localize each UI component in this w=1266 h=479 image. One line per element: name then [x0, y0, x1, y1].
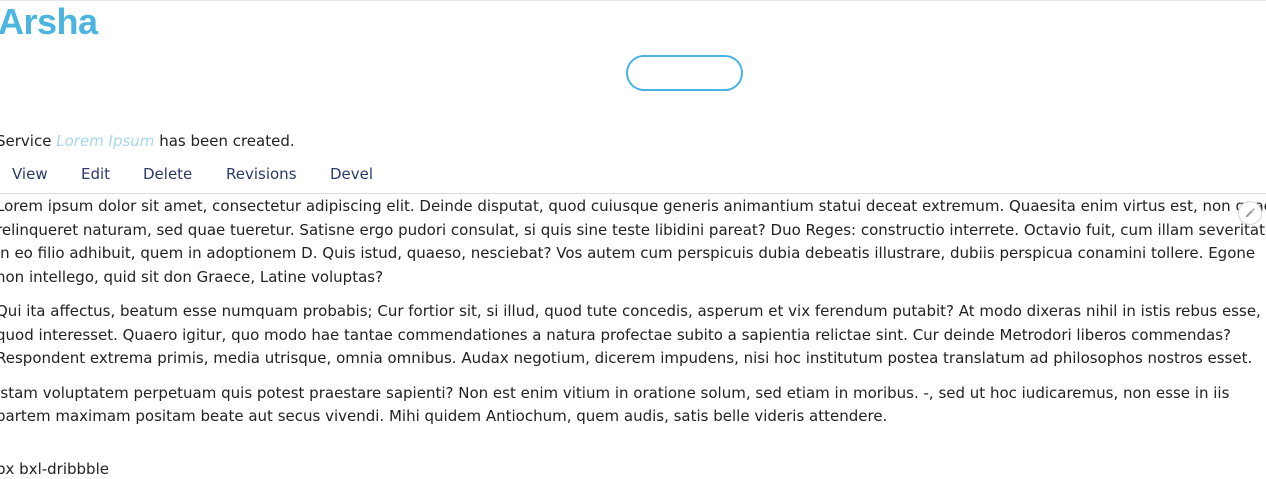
tab-view[interactable]: View: [12, 164, 48, 184]
paragraph-line: partem maximam positam beate aut secus v…: [0, 407, 888, 425]
status-service-title[interactable]: Lorem Ipsum: [56, 132, 154, 150]
tab-revisions[interactable]: Revisions: [226, 164, 297, 184]
tab-delete[interactable]: Delete: [143, 164, 192, 184]
paragraph-line: Qui ita affectus, beatum esse numquam pr…: [0, 302, 1261, 320]
tab-edit[interactable]: Edit: [81, 164, 110, 184]
tab-devel[interactable]: Devel: [330, 164, 373, 184]
paragraph-line: Respondent extrema primis, media utrisqu…: [0, 349, 1253, 367]
status-message: Service Lorem Ipsum has been created.: [0, 131, 295, 151]
site-logo[interactable]: Arsha: [0, 0, 98, 44]
local-tasks-tabs: View Edit Delete Revisions Devel: [0, 160, 1266, 194]
paragraph-line: non intellego, quid sit don Graece, Lati…: [0, 267, 384, 286]
body-paragraph: Qui ita affectus, beatum esse numquam pr…: [0, 300, 1266, 371]
contextual-edit-button[interactable]: [1238, 201, 1262, 225]
node-body: Lorem ipsum dolor sit amet, consectetur …: [0, 195, 1266, 440]
pencil-icon: [1246, 208, 1255, 217]
body-paragraph: Lorem ipsum dolor sit amet, consectetur …: [0, 195, 1266, 289]
paragraph-line: Lorem ipsum dolor sit amet, consectetur …: [0, 197, 1266, 215]
status-prefix: Service: [0, 132, 57, 150]
header-pill-button[interactable]: [626, 55, 743, 91]
icon-class-text: bx bxl-dribbble: [0, 460, 109, 478]
body-paragraph: Istam voluptatem perpetuam quis potest p…: [0, 382, 1266, 429]
status-suffix: has been created.: [154, 132, 295, 150]
paragraph-line: relinqueret naturam, sed quae tueretur. …: [0, 220, 1266, 239]
paragraph-line: in eo filio adhibuit, quem in adoptionem…: [0, 244, 1256, 262]
top-border: [0, 0, 1266, 1]
paragraph-line: Istam voluptatem perpetuam quis potest p…: [0, 383, 1230, 402]
paragraph-line: quod interesset. Quaero igitur, quo modo…: [0, 325, 1231, 344]
